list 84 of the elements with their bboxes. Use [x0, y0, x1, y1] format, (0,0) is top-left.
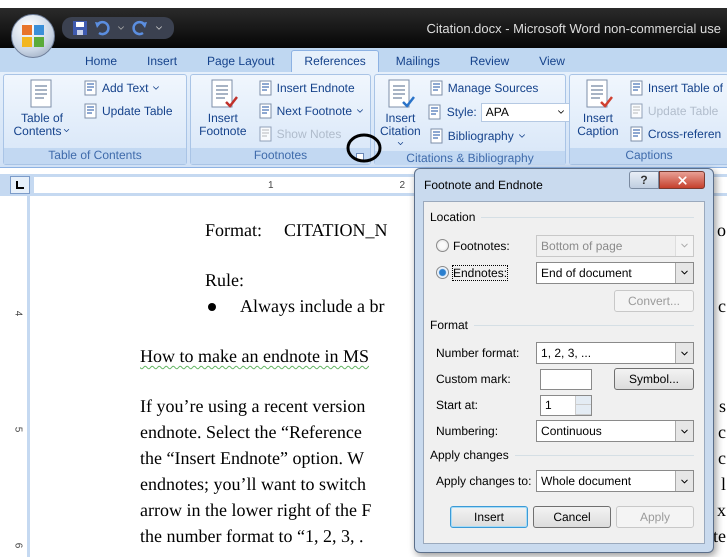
start-at-spinner[interactable]: 1 [540, 394, 592, 416]
field-label: Numbering: [436, 424, 498, 438]
ribbon-button[interactable]: Update Table [81, 101, 174, 121]
ruler-number: 1 [268, 180, 274, 190]
text-fragment: s [718, 396, 726, 417]
window-title: Citation.docx - Microsoft Word non-commercial use [426, 20, 721, 36]
format-label: Format: [205, 220, 262, 241]
redo-icon[interactable] [132, 20, 148, 36]
number-format-dropdown[interactable]: 1, 2, 3, ... [536, 342, 694, 364]
annotation-circle [346, 132, 382, 164]
caret-icon [62, 126, 71, 135]
text-fragment: x [717, 500, 726, 521]
group-label: Table of Contents [4, 148, 186, 164]
location-dropdown[interactable]: End of document [536, 262, 694, 284]
format-value: CITATION_N [284, 220, 388, 241]
ruler-number: 5 [12, 426, 23, 432]
dialog-button[interactable]: Insert [450, 506, 528, 528]
office-logo-icon [21, 24, 45, 48]
dialog-title: Footnote and Endnote [423, 178, 544, 192]
section-title: Apply changes [430, 448, 509, 462]
bullet-icon [208, 302, 216, 310]
help-button[interactable]: ? [629, 171, 659, 189]
ribbon-tab[interactable]: References [291, 50, 379, 72]
ruler-number: 2 [399, 180, 405, 190]
ribbon-button[interactable]: Insert Endnote [256, 78, 367, 98]
ribbon-large-button[interactable]: Insert Citation [378, 78, 423, 151]
ribbon-tab[interactable]: Page Layout [194, 50, 288, 72]
ribbon-tab[interactable]: Review [456, 50, 522, 72]
ribbon-large-button[interactable]: Table of Contents [7, 78, 77, 148]
group-label: Footnotes [191, 148, 370, 164]
field-label: Number format: [436, 346, 520, 360]
radio-label: Endnotes: [453, 266, 508, 280]
radio-button[interactable] [436, 266, 449, 279]
save-icon[interactable] [72, 20, 88, 36]
custom-mark-field[interactable] [540, 368, 592, 390]
radio-button[interactable] [436, 239, 449, 252]
text-fragment: c [718, 296, 726, 317]
style-dropdown[interactable]: APA [480, 102, 571, 122]
paragraph-line: arrow in the lower right of the F [140, 500, 372, 521]
paragraph-line: the “Insert Endnote” option. W [140, 448, 364, 469]
radio-label: Footnotes: [453, 238, 510, 252]
tab-selector-icon[interactable] [10, 176, 30, 194]
symbol-button[interactable]: Symbol... [614, 368, 694, 390]
group-label: Captions [570, 148, 727, 164]
ruler-number: 6 [12, 542, 23, 548]
ribbon-tab[interactable]: Insert [134, 50, 190, 72]
ribbon-button[interactable]: Cross-referen [626, 124, 725, 144]
undo-icon[interactable] [94, 20, 110, 36]
section-title: Location [430, 210, 476, 224]
dialog-button[interactable]: Cancel [533, 506, 611, 528]
ribbon-tab[interactable]: Mailings [382, 50, 453, 72]
heading-text: How to make an endnote in MS [140, 346, 369, 367]
paragraph-line: the number format to “1, 2, 3, . [140, 526, 364, 547]
paragraph-line: endnotes; you’ll want to switch [140, 474, 366, 495]
field-label: Apply changes to: [436, 474, 532, 488]
numbering-dropdown[interactable]: Continuous [536, 420, 694, 442]
text-fragment: c [718, 448, 726, 469]
text-fragment: te [713, 526, 726, 547]
section-title: Format [430, 318, 468, 332]
ruler-number: 4 [12, 310, 23, 316]
text-fragment: l [720, 474, 726, 495]
paragraph-line: If you’re using a recent version [140, 396, 366, 417]
text-fragment: o [717, 220, 726, 241]
ribbon-button[interactable]: Add Text [81, 78, 174, 98]
ribbon-button[interactable]: Bibliography [426, 126, 571, 146]
ribbon-button[interactable]: Manage Sources [426, 78, 571, 98]
paragraph-line: endnote. Select the “Reference [140, 422, 362, 443]
ribbon-large-button[interactable]: Insert Footnote [194, 78, 252, 148]
bullet-text: Always include a br [240, 296, 384, 317]
ribbon-tab[interactable]: View [526, 50, 578, 72]
text-fragment: c [718, 422, 726, 443]
style-label: Style: [446, 105, 477, 119]
ribbon-large-button[interactable]: Insert Caption [573, 78, 623, 148]
caret-icon [396, 139, 405, 148]
ribbon-button[interactable]: Next Footnote [256, 101, 367, 121]
close-button[interactable] [659, 171, 705, 189]
ribbon-tab[interactable]: Home [72, 50, 130, 72]
rule-label: Rule: [205, 270, 244, 291]
group-label: Citations & Bibliography [375, 151, 565, 165]
ribbon-button[interactable]: Insert Table of [626, 78, 725, 98]
field-label: Custom mark: [436, 372, 511, 386]
close-icon [676, 174, 688, 186]
apply-changes-dropdown[interactable]: Whole document [536, 470, 694, 492]
field-label: Start at: [436, 398, 478, 412]
